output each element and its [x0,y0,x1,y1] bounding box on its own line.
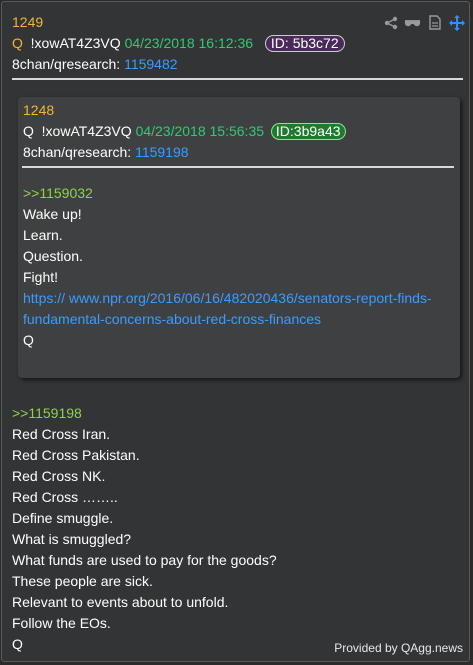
body-line: Red Cross …….. [12,489,118,505]
glasses-icon[interactable] [404,14,421,31]
quoted-url-link-part2[interactable]: fundamental-concerns-about-red-cross-fin… [23,309,321,330]
post-meta-row: Q !xowAT4Z3VQ 04/23/2018 16:12:36 ID: 5b… [12,33,345,54]
post-board-row: 8chan/qresearch: 1159482 [12,54,178,75]
body-line: Red Cross Iran. [12,426,111,442]
quoted-reply-link[interactable]: >>1159032 [23,183,93,204]
quoted-line: Learn. [23,227,63,243]
post-toolbar [382,14,465,31]
body-line: Relevant to events about to unfold. [12,594,229,610]
author-tripcode: !xowAT4Z3VQ [30,35,121,51]
q-mark: Q [12,35,23,51]
quoted-divider [22,166,454,168]
share-icon[interactable] [382,14,399,31]
post-ref-link[interactable]: 1159482 [124,56,177,72]
post-card: 1249 Q !xowAT4Z3VQ 04/23/2018 16:12:36 I… [1,1,470,662]
body-reply-link[interactable]: >>1159198 [12,403,82,424]
body-line: Red Cross NK. [12,468,106,484]
quoted-board-row: 8chan/qresearch: 1159198 [23,142,189,163]
document-icon[interactable] [426,14,443,31]
move-icon[interactable] [448,14,465,31]
quoted-post: 1248 Q !xowAT4Z3VQ 04/23/2018 15:56:35 I… [18,97,460,378]
body-line: These people are sick. [12,573,153,589]
quoted-poster-id-badge[interactable]: ID:3b9a43 [270,123,346,140]
quoted-line: Fight! [23,269,59,285]
header-divider [12,78,463,80]
body-line: What funds are used to pay for the goods… [12,552,277,568]
quoted-signoff: Q [23,332,34,348]
quoted-url-link-part1[interactable]: https:// www.npr.org/2016/06/16/48202043… [23,288,432,309]
provider-credit: Provided by QAgg.news [334,641,463,655]
poster-id-badge[interactable]: ID: 5b3c72 [264,35,345,52]
board-label: 8chan/qresearch: [12,56,121,72]
quoted-board-label: 8chan/qresearch: [23,144,132,160]
quoted-q-mark: Q [23,123,34,139]
quoted-line: Question. [23,248,83,264]
quoted-datetime: 04/23/2018 15:56:35 [135,123,265,139]
body-line: Define smuggle. [12,510,114,526]
quoted-post-number[interactable]: 1248 [23,102,54,118]
body-signoff: Q [12,636,23,652]
body-line: Red Cross Pakistan. [12,447,140,463]
body-line: What is smuggled? [12,531,132,547]
quoted-author-tripcode: !xowAT4Z3VQ [41,123,132,139]
post-header-number-row: 1249 [12,12,43,33]
quoted-line: Wake up! [23,206,82,222]
post-datetime: 04/23/2018 16:12:36 [124,35,254,51]
quoted-number-row: 1248 [23,100,54,121]
quoted-post-ref-link[interactable]: 1159198 [135,144,188,160]
quoted-meta-row: Q !xowAT4Z3VQ 04/23/2018 15:56:35 ID:3b9… [23,121,346,142]
body-line: Follow the EOs. [12,615,111,631]
post-number[interactable]: 1249 [12,14,43,30]
